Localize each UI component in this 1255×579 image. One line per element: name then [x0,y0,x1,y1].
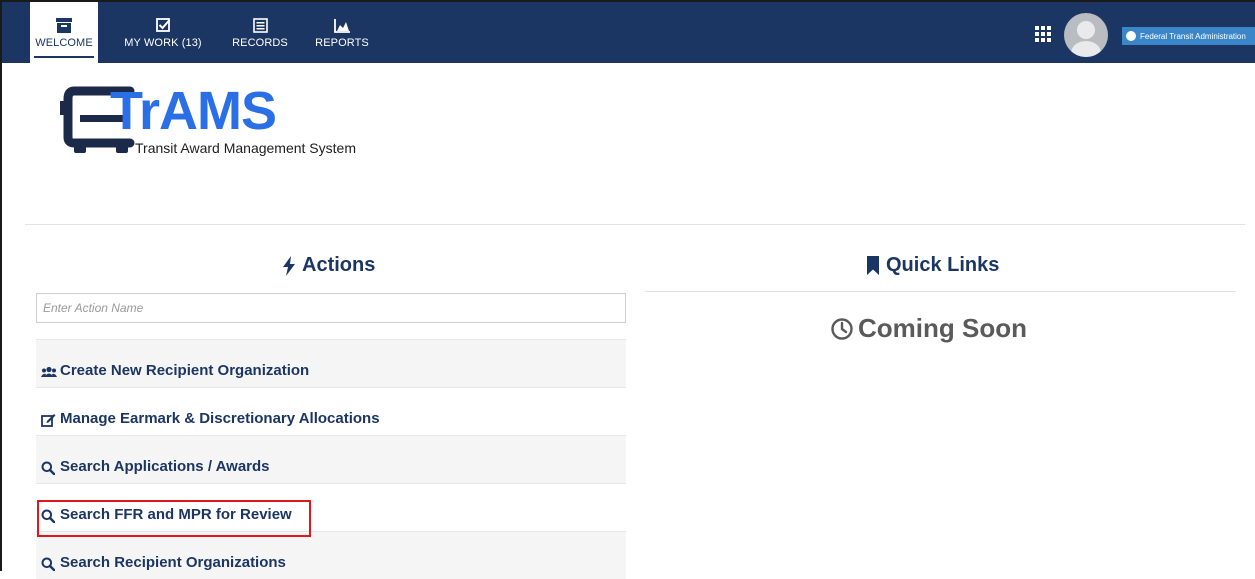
quick-links-heading-text: Quick Links [886,254,1000,276]
tab-records[interactable]: RECORDS [230,2,290,63]
action-item-label: Search Applications / Awards [60,458,270,475]
logo-title: TrAMS [110,81,277,141]
archive-box-icon [56,17,72,35]
clock-icon [831,317,853,340]
active-tab-underline [34,56,94,58]
actions-heading-text: Actions [302,254,376,276]
edit-icon [41,413,57,427]
trams-logo: TrAMS Transit Award Management System [60,81,400,165]
action-search-ffr-mpr-review[interactable]: Search FFR and MPR for Review [36,483,626,531]
action-item-label: Search FFR and MPR for Review [60,506,292,523]
org-logo-icon [1126,31,1136,41]
search-icon [41,557,57,571]
coming-soon-message: Coming Soon [830,313,1027,344]
screenshot-border-left [0,0,2,571]
action-manage-earmark-allocations[interactable]: Manage Earmark & Discretionary Allocatio… [36,387,626,435]
tab-welcome[interactable]: WELCOME [30,2,98,63]
organization-badge[interactable]: Federal Transit Administration [1122,27,1255,45]
tab-welcome-label: WELCOME [35,36,93,49]
search-icon [41,509,57,523]
action-search-applications-awards[interactable]: Search Applications / Awards [36,435,626,483]
quick-links-heading: Quick Links [866,254,999,277]
area-chart-icon [334,17,350,35]
logo-subtitle: Transit Award Management System [135,140,356,156]
checkbox-icon [155,17,171,35]
tab-my-work-label: MY WORK (13) [124,36,202,49]
header-divider [25,224,1245,225]
quick-links-divider [645,291,1236,292]
coming-soon-text: Coming Soon [858,313,1027,343]
action-search-recipient-organizations[interactable]: Search Recipient Organizations [36,531,626,579]
tab-reports[interactable]: REPORTS [312,2,372,63]
action-search-input[interactable] [36,293,626,323]
user-avatar[interactable] [1064,13,1108,57]
top-navigation-bar: WELCOME MY WORK (13) RECORDS REPORTS Fed… [2,2,1255,63]
action-create-recipient-organization[interactable]: Create New Recipient Organization [36,339,626,387]
search-icon [41,461,57,475]
tab-records-label: RECORDS [232,36,288,49]
bookmark-icon [867,256,879,275]
bolt-icon [283,255,295,276]
app-grid-icon[interactable] [1035,26,1051,42]
list-icon [252,17,268,35]
tab-my-work[interactable]: MY WORK (13) [120,2,206,63]
actions-heading: Actions [282,254,375,277]
organization-name: Federal Transit Administration [1140,31,1246,41]
action-item-label: Create New Recipient Organization [60,362,310,379]
users-icon [41,365,57,379]
tab-reports-label: REPORTS [315,36,369,49]
action-item-label: Search Recipient Organizations [60,554,286,571]
action-list: Create New Recipient Organization Manage… [36,339,626,579]
action-item-label: Manage Earmark & Discretionary Allocatio… [60,410,380,427]
